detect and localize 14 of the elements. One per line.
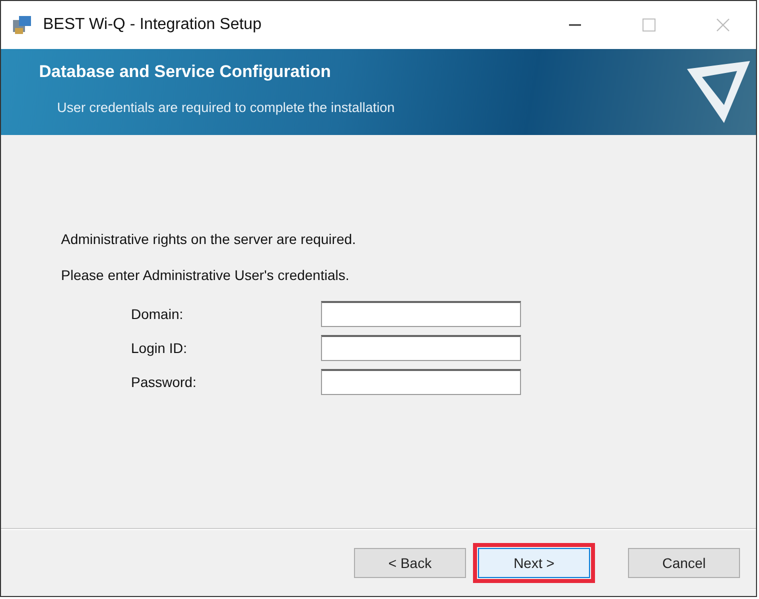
input-field[interactable] <box>321 301 521 327</box>
page-title: Database and Service Configuration <box>39 62 332 82</box>
instruction-text: Please enter Administrative User's credentials. <box>61 267 350 283</box>
input-field[interactable] <box>321 369 521 395</box>
instruction-text: Administrative rights on the server are required. <box>61 231 357 247</box>
dialog-button[interactable]: Cancel <box>628 548 740 578</box>
installer-icon <box>11 14 33 36</box>
field-label: Password: <box>131 374 198 390</box>
field-label: Domain: <box>131 306 184 322</box>
input-field[interactable] <box>321 335 521 361</box>
window-title: BEST Wi-Q - Integration Setup <box>43 16 262 34</box>
field-label: Login ID: <box>131 340 188 356</box>
dialog-button[interactable]: < Back <box>354 548 466 578</box>
page-subtitle: User credentials are required to complete the installation <box>57 100 395 114</box>
